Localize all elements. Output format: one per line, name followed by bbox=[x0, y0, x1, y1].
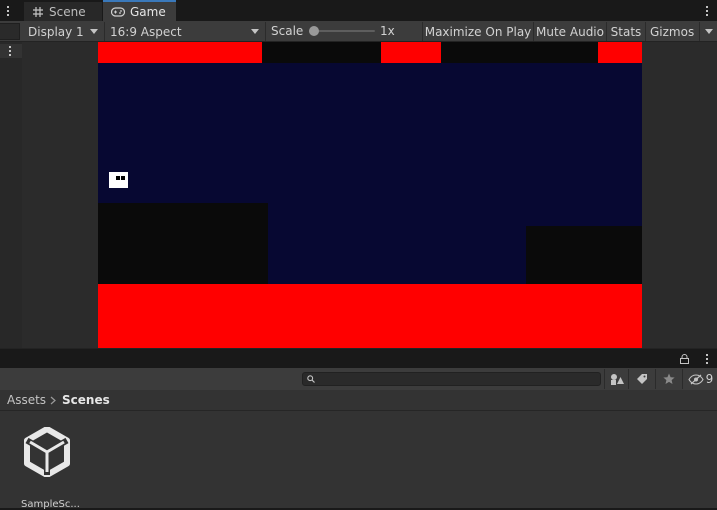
ceiling-hazard-right bbox=[598, 42, 642, 63]
scale-label: Scale bbox=[271, 24, 304, 38]
player-character bbox=[109, 172, 128, 188]
window-menu-icon[interactable] bbox=[702, 3, 712, 19]
asset-item-label: SampleSc... bbox=[21, 499, 80, 510]
breadcrumb: Assets Scenes bbox=[0, 390, 717, 411]
chevron-down-icon bbox=[704, 29, 713, 34]
tab-scene-label: Scene bbox=[49, 4, 86, 19]
tab-strip-menu-icon[interactable] bbox=[3, 3, 13, 19]
tab-scene[interactable]: Scene bbox=[24, 2, 102, 21]
display-dropdown[interactable]: Display 1 bbox=[23, 22, 103, 41]
filter-by-type-button[interactable] bbox=[604, 369, 628, 389]
gizmos-dropdown[interactable] bbox=[699, 22, 717, 41]
platform-right bbox=[526, 226, 642, 284]
game-toolbar: Display 1 16:9 Aspect Scale 1x Maximize … bbox=[0, 21, 717, 42]
player-eye bbox=[116, 176, 120, 180]
unity-logo-icon bbox=[24, 427, 70, 477]
left-side-panel bbox=[0, 42, 22, 348]
ceiling-hazard-left bbox=[98, 42, 262, 63]
scale-control: Scale 1x bbox=[266, 22, 422, 41]
aspect-dropdown-label: 16:9 Aspect bbox=[110, 24, 182, 39]
player-eye bbox=[121, 176, 125, 180]
tab-game-label: Game bbox=[130, 4, 166, 19]
gamepad-icon bbox=[111, 6, 125, 17]
maximize-on-play-button[interactable]: Maximize On Play bbox=[422, 22, 533, 41]
chevron-down-icon bbox=[90, 29, 98, 34]
favorites-button[interactable] bbox=[655, 369, 682, 389]
toolbar-left-field[interactable] bbox=[0, 23, 20, 40]
hash-grid-icon bbox=[33, 6, 43, 17]
aspect-dropdown[interactable]: 16:9 Aspect bbox=[105, 22, 264, 41]
mute-audio-button[interactable]: Mute Audio bbox=[533, 22, 606, 41]
window-tab-strip: Scene Game bbox=[0, 0, 717, 21]
filter-by-label-button[interactable] bbox=[628, 369, 655, 389]
project-file-grid: SampleSc... bbox=[0, 411, 717, 510]
eye-hidden-icon bbox=[688, 373, 704, 385]
breadcrumb-assets[interactable]: Assets bbox=[7, 393, 46, 407]
project-search-input[interactable] bbox=[302, 372, 601, 386]
project-menu-icon[interactable] bbox=[702, 351, 712, 367]
chevron-down-icon bbox=[251, 29, 259, 34]
project-window-header bbox=[0, 348, 717, 368]
mute-audio-label: Mute Audio bbox=[536, 24, 604, 39]
display-dropdown-label: Display 1 bbox=[28, 24, 84, 39]
left-panel-menu-icon[interactable] bbox=[5, 43, 15, 59]
gizmos-button[interactable]: Gizmos bbox=[645, 22, 699, 41]
scale-value: 1x bbox=[380, 24, 395, 38]
search-icon bbox=[307, 375, 315, 383]
platform-left bbox=[98, 203, 268, 284]
ceiling-hazard-middle bbox=[381, 42, 441, 63]
stats-label: Stats bbox=[610, 24, 642, 39]
maximize-on-play-label: Maximize On Play bbox=[424, 24, 532, 39]
hidden-packages-toggle[interactable]: 9 bbox=[682, 369, 717, 389]
ceiling-gap bbox=[262, 42, 381, 63]
star-icon bbox=[663, 373, 675, 384]
game-render[interactable] bbox=[98, 42, 642, 348]
scale-slider-thumb[interactable] bbox=[309, 26, 319, 36]
lock-icon[interactable] bbox=[680, 354, 689, 364]
gizmos-label: Gizmos bbox=[650, 24, 695, 39]
left-panel-header bbox=[0, 44, 22, 58]
ceiling-gap bbox=[441, 42, 598, 63]
tab-game[interactable]: Game bbox=[103, 0, 176, 21]
shapes-filter-icon bbox=[610, 374, 624, 385]
chevron-right-icon bbox=[50, 396, 56, 405]
stats-button[interactable]: Stats bbox=[606, 22, 645, 41]
floor-hazard bbox=[98, 284, 642, 348]
tag-icon bbox=[637, 374, 647, 384]
hidden-count: 9 bbox=[705, 372, 714, 386]
breadcrumb-scenes[interactable]: Scenes bbox=[62, 393, 110, 407]
asset-item[interactable]: SampleSc... bbox=[14, 423, 80, 510]
